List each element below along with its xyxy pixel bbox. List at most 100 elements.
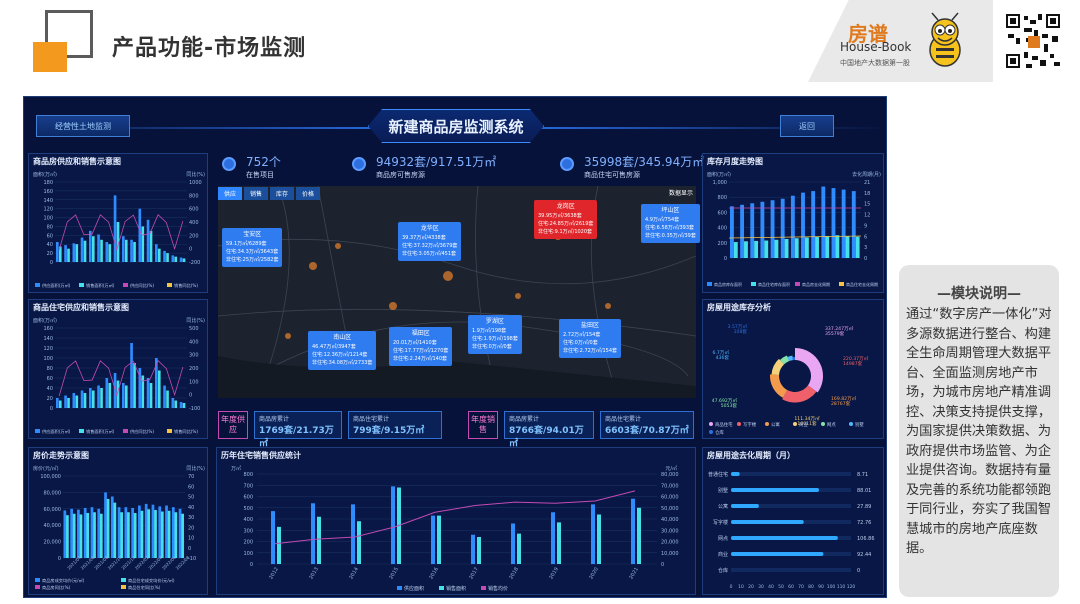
module-note: —模块说明— 通过“数字房产一体化”对多源数据进行整合、构建全生命周期管理大数据… (899, 265, 1059, 597)
sales-bar (182, 403, 186, 408)
sales-bar (277, 526, 281, 564)
legend-swatch (709, 422, 713, 426)
tab-stock[interactable]: 库存 (270, 187, 295, 200)
tick-label: 70 (188, 474, 194, 480)
tick-label: 0 (864, 256, 867, 262)
land-monitor-button[interactable]: 经营性土地监测 (36, 115, 130, 137)
panel-title: 商品房供应和销售示意图 (33, 157, 121, 166)
tab-price[interactable]: 价格 (296, 187, 321, 200)
supply-bar (431, 515, 435, 564)
tick-label: 100 (43, 216, 53, 222)
donut-label: 47.692万㎡ (712, 397, 738, 404)
kpi-supply-commercial: 商品房累计 1769套/21.73万㎡ (254, 411, 342, 449)
district-card[interactable]: 福田区 20.01万㎡/1410套 住宅:17.77万㎡/1270套 非住宅:2.24… (389, 327, 453, 366)
supply-bar (146, 219, 150, 262)
district-card[interactable]: 龙华区 39.37万㎡/4338套 住宅:37.32万㎡/3679套 非住宅:3.05… (398, 222, 462, 261)
sales-bar (75, 395, 79, 408)
tick-label: 200 (189, 366, 199, 372)
stock-bar (835, 235, 840, 258)
residential-supply-chart: 面积(万㎡) 同比(%) 0 20 40 60 80 100 120 140 160 -100 0 100… (33, 317, 205, 435)
tick-label: 0 (661, 562, 664, 568)
district-card[interactable]: 龙岗区 39.95万㎡/3638套 住宅:24.85万㎡/2619套 非住宅:9.1万… (534, 200, 598, 239)
tick-label: 70 (798, 584, 804, 590)
price-bar (181, 513, 184, 558)
district-name: 龙岗区 (556, 203, 575, 210)
price-bar (99, 513, 103, 558)
tab-sales[interactable]: 销售 (244, 187, 269, 200)
district-stat: 非住宅:0.35万㎡/39套 (645, 233, 696, 239)
district-card[interactable]: 宝安区 59.1万㎡/6289套 住宅:34.3万㎡/3643套 非住宅:25万㎡/2… (222, 228, 283, 267)
sales-bar (149, 383, 153, 408)
district-stat: 非住宅:25万㎡/2582套 (226, 257, 279, 263)
tick-label: 100 (43, 356, 53, 362)
tick-label: 10,000 (661, 551, 679, 557)
price-bar (110, 496, 114, 558)
tick-label: 60 (47, 376, 53, 382)
district-map[interactable] (218, 186, 696, 398)
note-body: 通过“数字房产一体化”对多源数据进行整合、构建全生命周期管理大数据平台、全面监测… (906, 307, 1052, 556)
tab-supply[interactable]: 供应 (218, 187, 243, 200)
price-bar (120, 512, 123, 558)
sales-bar (108, 244, 112, 262)
tick-label: 40 (47, 242, 53, 248)
kpi-label: 商品房累计 (259, 416, 290, 423)
tick-label: 100 (189, 379, 199, 385)
district-stat: 1.9万㎡/198套 (472, 328, 507, 334)
stock-bar (794, 238, 799, 258)
back-button[interactable]: 返回 (780, 115, 834, 137)
stock-bar (790, 195, 795, 258)
tick-label: 500 (243, 506, 253, 512)
brand-tagline: 中国地产大数据第一股 (840, 59, 910, 67)
tick-label: 1000 (189, 180, 202, 186)
tick-label: 180 (43, 180, 53, 186)
supply-bar (271, 511, 275, 564)
donut-label: 3.57万㎡ (728, 323, 748, 330)
tick-label: 10 (188, 536, 194, 542)
tick-label: 120 (43, 346, 53, 352)
sales-bar (149, 230, 153, 262)
legend-swatch (795, 282, 800, 286)
tick-label: 30 (188, 515, 194, 521)
district-card[interactable]: 坪山区 4.9万㎡/754套 住宅:6.58万㎡/393套 非住宅:0.35万㎡/39… (641, 204, 700, 243)
tick-label: 800 (243, 472, 253, 478)
donut-label: 220.37万㎡ (843, 355, 869, 362)
sales-label: 年度销售 (468, 411, 498, 439)
supply-bar (55, 242, 59, 262)
legend-label: 销售均价 (488, 585, 508, 592)
tick-label: 80 (47, 366, 53, 372)
annual-stats-chart: 万㎡ 元/㎡ 0 0 100 10,000 200 20,000 300 30,000 400 40,… (231, 465, 679, 592)
price-bar (171, 507, 175, 558)
district-card[interactable]: 南山区 46.47万㎡/3947套 住宅:12.36万㎡/1214套 非住宅:34.0… (308, 331, 377, 370)
legend-swatch (765, 422, 769, 426)
legend-swatch (79, 283, 84, 287)
year-label: 2012 (268, 566, 280, 580)
axis-unit: 房价(元/㎡) (33, 465, 59, 472)
tick-label: 60 (47, 233, 53, 239)
legend-label: 商品房成交均价(元/㎡) (42, 577, 85, 584)
tick-label: 10 (738, 584, 744, 590)
sales-bar (133, 363, 136, 408)
district-card[interactable]: 罗湖区 1.9万㎡/198套 住宅:1.9万㎡/198套 非住宅:0万㎡/0套 (468, 315, 522, 354)
legend-label: 商品房去化周期 (802, 281, 830, 287)
note-heading: —模块说明— (937, 286, 1021, 302)
legend-swatch (35, 429, 40, 433)
tick-label: 15 (864, 202, 870, 208)
tick-label: 80,000 (44, 490, 62, 496)
stock-bar (754, 240, 759, 258)
district-card[interactable]: 盐田区 2.72万㎡/154套 住宅:0万㎡/0套 非住宅:2.72万㎡/154套 (559, 319, 622, 358)
legend-label: 商品住宅同比(%) (128, 584, 161, 591)
panel-title: 房价走势示意图 (33, 451, 89, 460)
tick-label: 20 (748, 584, 754, 590)
supply-bar (105, 378, 109, 408)
legend-swatch (839, 282, 844, 286)
tick-label: 20 (188, 525, 194, 531)
supply-bar (154, 244, 158, 262)
legend-label: 仓库 (715, 429, 724, 436)
tick-label: 30 (758, 584, 764, 590)
kpi-value: 8766套/94.01万㎡ (509, 426, 584, 449)
stat-value: 752个 (246, 155, 281, 169)
district-stat: 非住宅:9.1万㎡/1020套 (538, 229, 593, 235)
bar-track (731, 472, 851, 476)
supply-bar (591, 504, 595, 564)
price-bar (86, 512, 90, 558)
